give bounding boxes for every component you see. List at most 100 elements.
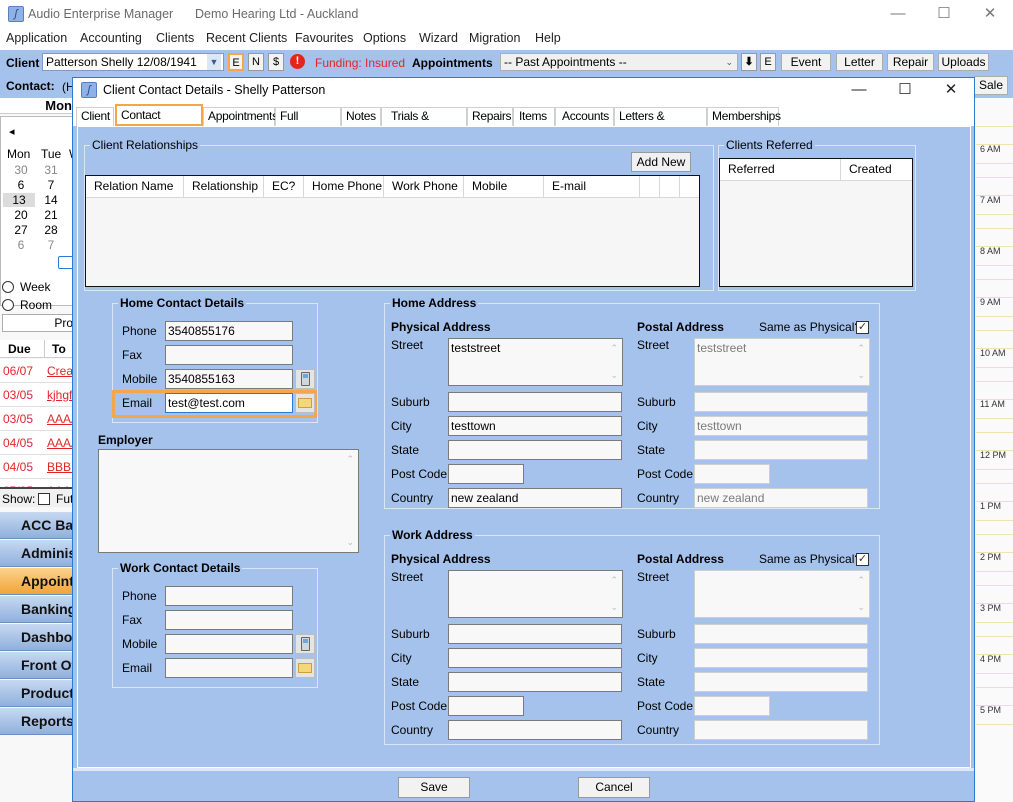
nav-button[interactable]: ACC Bat (0, 512, 74, 539)
tab-trials-quotes[interactable]: Trials & Quotes (381, 107, 467, 140)
edit-client-button[interactable]: E (228, 53, 244, 71)
menu-wizard[interactable]: Wizard (419, 31, 458, 45)
task-link[interactable]: kjhgf (47, 388, 72, 402)
nav-button[interactable]: Products (0, 680, 74, 707)
home-phys-city-input[interactable]: testtown (448, 416, 622, 436)
scroll-up-arrow[interactable]: ⌃ (610, 343, 618, 354)
tab-letters-uploads[interactable]: Letters & Uploads (614, 107, 707, 140)
column-header-relation-name[interactable]: Relation Name (86, 176, 184, 198)
dialog-close-button[interactable]: ✕ (928, 78, 974, 102)
tab-client[interactable]: Client (76, 107, 114, 126)
task-link[interactable]: BBBE (47, 460, 74, 474)
nav-button[interactable]: Reports (0, 708, 74, 735)
alert-icon[interactable]: ! (290, 54, 305, 69)
tab-full-history[interactable]: Full History (275, 107, 341, 140)
dialog-maximize-button[interactable]: ☐ (882, 78, 928, 102)
appointments-select[interactable]: -- Past Appointments -- ⌄ (500, 53, 738, 71)
column-header-extra[interactable] (660, 176, 680, 198)
column-header-mobile[interactable]: Mobile (464, 176, 544, 198)
nav-button[interactable]: Dashbo (0, 624, 74, 651)
menu-accounting[interactable]: Accounting (80, 31, 142, 45)
column-header-work-phone[interactable]: Work Phone (384, 176, 464, 198)
work-phys-country-input[interactable] (448, 720, 622, 740)
calendar-day[interactable]: 14 (39, 193, 63, 207)
cancel-button[interactable]: Cancel (578, 777, 650, 798)
column-header-extra[interactable] (640, 176, 660, 198)
close-button[interactable]: ✕ (967, 0, 1013, 28)
download-icon[interactable]: ⬇ (741, 53, 757, 71)
calendar-day[interactable]: 27 (9, 223, 33, 237)
column-header-relationship[interactable]: Relationship (184, 176, 264, 198)
employer-textarea[interactable]: ⌃ ⌄ (98, 449, 359, 553)
minimize-button[interactable]: — (875, 0, 921, 28)
home-email-input[interactable]: test@test.com (165, 393, 293, 413)
repair-button[interactable]: Repair (887, 53, 934, 71)
nav-button[interactable]: Banking (0, 596, 74, 623)
column-header-ec[interactable]: EC? (264, 176, 304, 198)
task-row[interactable]: 06/07 Creat (0, 359, 74, 383)
menu-clients[interactable]: Clients (156, 31, 194, 45)
task-link[interactable]: AAAA (47, 412, 74, 426)
home-phys-country-input[interactable]: new zealand (448, 488, 622, 508)
calendar-day[interactable]: 6 (9, 178, 33, 192)
home-phys-suburb-input[interactable] (448, 392, 622, 412)
home-send-email-button[interactable] (295, 393, 315, 413)
calendar-day[interactable]: 31 (39, 163, 63, 177)
scroll-down-arrow[interactable]: ⌄ (610, 602, 618, 613)
task-row[interactable]: 05/05AAAA (0, 479, 74, 487)
work-sms-button[interactable] (295, 634, 315, 654)
accounts-button[interactable]: $ (268, 53, 284, 71)
column-header-email[interactable]: E-mail (544, 176, 640, 198)
home-phys-postcode-input[interactable] (448, 464, 524, 484)
work-phys-city-input[interactable] (448, 648, 622, 668)
calendar-day[interactable]: 20 (9, 208, 33, 222)
work-email-input[interactable] (165, 658, 293, 678)
letter-button[interactable]: Letter (836, 53, 883, 71)
edit-appointment-button[interactable]: E (760, 53, 776, 71)
event-button[interactable]: Event (781, 53, 831, 71)
nav-button[interactable]: Adminis (0, 540, 74, 567)
tab-contact-details[interactable]: Contact Details (115, 104, 203, 140)
work-phone-input[interactable] (165, 586, 293, 606)
task-link[interactable]: AAAA (47, 436, 74, 450)
home-phys-street-input[interactable]: teststreet ⌃ ⌄ (448, 338, 623, 386)
sale-button[interactable]: Sale (974, 76, 1008, 95)
tab-appointments[interactable]: Appointments (203, 107, 278, 126)
calendar-day[interactable]: 28 (39, 223, 63, 237)
task-row[interactable]: 03/05 kjhgf (0, 383, 74, 407)
scroll-down-arrow[interactable]: ⌄ (610, 370, 618, 381)
client-select[interactable]: Patterson Shelly 12/08/1941 ▼ (42, 53, 224, 71)
calendar-day[interactable]: 7 (39, 238, 63, 252)
save-button[interactable]: Save (398, 777, 470, 798)
column-header-home-phone[interactable]: Home Phone (304, 176, 384, 198)
menu-migration[interactable]: Migration (469, 31, 520, 45)
week-radio[interactable] (2, 281, 14, 293)
home-phys-state-input[interactable] (448, 440, 622, 460)
home-same-as-physical-checkbox[interactable]: ✓ (856, 321, 869, 334)
menu-application[interactable]: Application (6, 31, 67, 45)
work-same-as-physical-checkbox[interactable]: ✓ (856, 553, 869, 566)
calendar-day[interactable]: 6 (9, 238, 33, 252)
tab-items[interactable]: Items (513, 107, 555, 126)
scroll-up-arrow[interactable]: ⌃ (610, 575, 618, 586)
work-send-email-button[interactable] (295, 658, 315, 678)
tab-notes[interactable]: Notes (341, 107, 381, 126)
home-fax-input[interactable] (165, 345, 293, 365)
calendar-day[interactable]: 7 (39, 178, 63, 192)
work-mobile-input[interactable] (165, 634, 293, 654)
uploads-button[interactable]: Uploads (938, 53, 989, 71)
tab-accounts[interactable]: Accounts (555, 107, 614, 126)
tab-memberships[interactable]: Memberships (707, 107, 781, 126)
relationships-grid[interactable]: Relation Name Relationship EC? Home Phon… (85, 175, 700, 287)
nav-button[interactable]: Appoint (0, 568, 74, 595)
menu-options[interactable]: Options (363, 31, 406, 45)
tab-repairs[interactable]: Repairs (467, 107, 513, 126)
work-phys-state-input[interactable] (448, 672, 622, 692)
task-row[interactable]: 04/05 BBBE (0, 455, 74, 479)
work-fax-input[interactable] (165, 610, 293, 630)
task-row[interactable]: 04/05 AAAA (0, 431, 74, 455)
calendar-day[interactable]: 30 (9, 163, 33, 177)
calendar-day-selected[interactable]: 13 (3, 193, 35, 207)
home-sms-button[interactable] (295, 369, 315, 389)
task-row[interactable]: 03/05 AAAA (0, 407, 74, 431)
